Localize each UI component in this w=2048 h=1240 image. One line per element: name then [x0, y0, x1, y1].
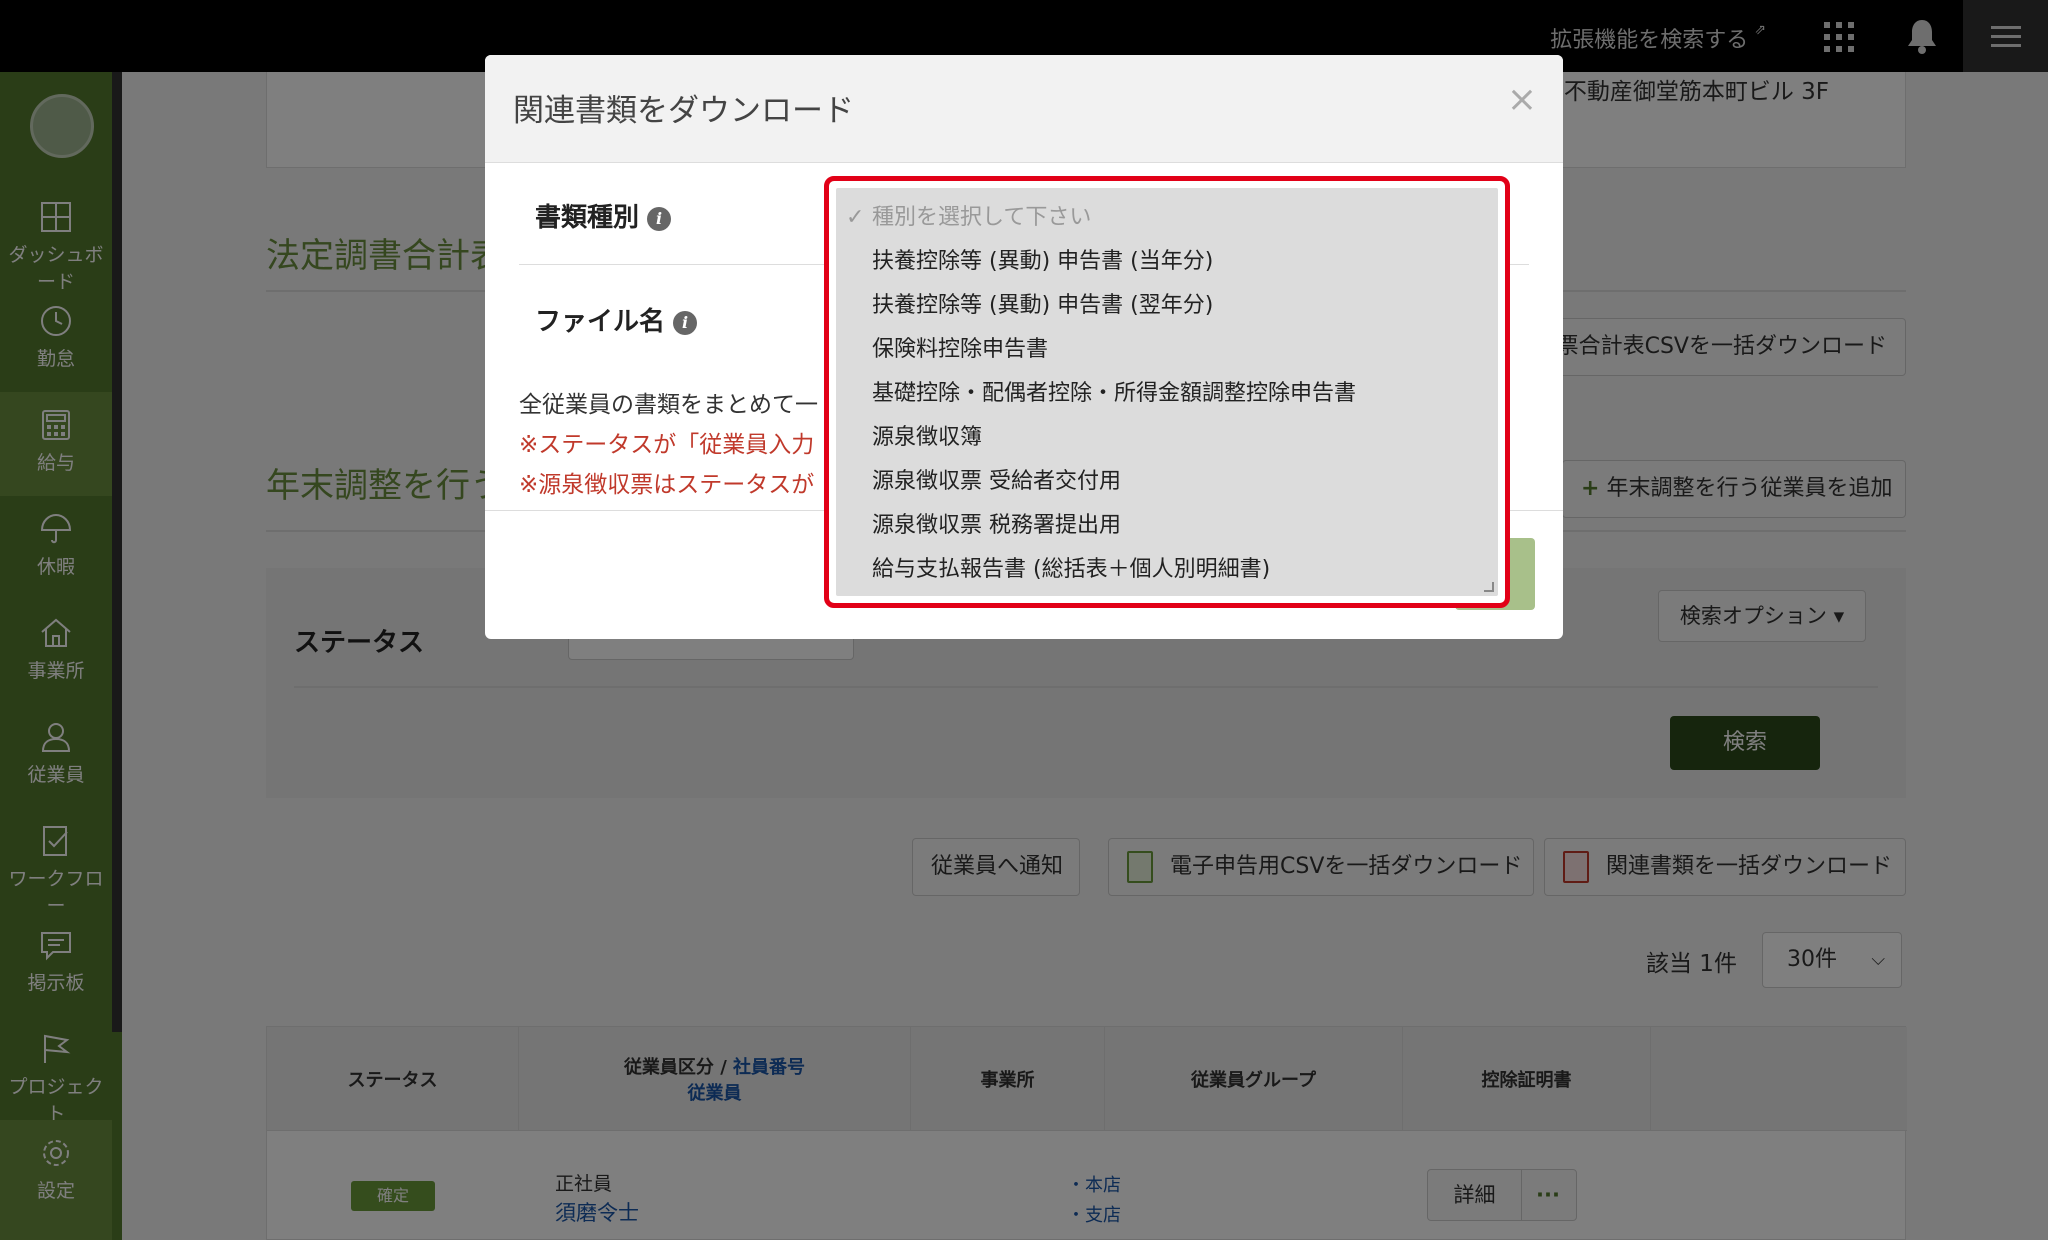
dropdown-option[interactable]: 扶養控除等 (異動) 申告書 (当年分) [836, 240, 1498, 284]
modal-description: 全従業員の書類をまとめて一 [519, 392, 818, 418]
dropdown-option[interactable]: 源泉徴収票 受給者交付用 [836, 460, 1498, 504]
dropdown-option[interactable]: 基礎控除・配偶者控除・所得金額調整控除申告書 [836, 372, 1498, 416]
resize-handle[interactable] [1484, 582, 1494, 592]
info-icon[interactable]: i [647, 206, 672, 231]
dropdown-option[interactable]: 扶養控除等 (異動) 申告書 (翌年分) [836, 284, 1498, 328]
doc-type-dropdown-highlight: ✓ 種別を選択して下さい 扶養控除等 (異動) 申告書 (当年分) 扶養控除等 … [824, 176, 1510, 608]
dropdown-option[interactable]: 給与支払報告書 (総括表＋個人別明細書) [836, 548, 1498, 592]
modal-note-status: ※ステータスが「従業員入力 [519, 432, 815, 458]
dropdown-option[interactable]: 保険料控除申告書 [836, 328, 1498, 372]
dropdown-option[interactable]: 源泉徴収簿 [836, 416, 1498, 460]
dropdown-option[interactable]: 源泉徴収票 税務署提出用 [836, 504, 1498, 548]
modal-header: 関連書類をダウンロード × [485, 55, 1563, 163]
info-icon[interactable]: i [673, 310, 698, 335]
file-name-label: ファイル名 i [535, 301, 698, 338]
check-icon: ✓ [846, 205, 865, 230]
close-icon[interactable]: × [1507, 79, 1537, 120]
dropdown-option-placeholder[interactable]: ✓ 種別を選択して下さい [836, 196, 1498, 240]
doc-type-label: 書類種別 i [535, 197, 672, 234]
modal-note-withholding: ※源泉徴収票はステータスが [519, 472, 815, 498]
modal-title: 関連書類をダウンロード [513, 93, 854, 129]
doc-type-dropdown[interactable]: ✓ 種別を選択して下さい 扶養控除等 (異動) 申告書 (当年分) 扶養控除等 … [836, 188, 1498, 596]
